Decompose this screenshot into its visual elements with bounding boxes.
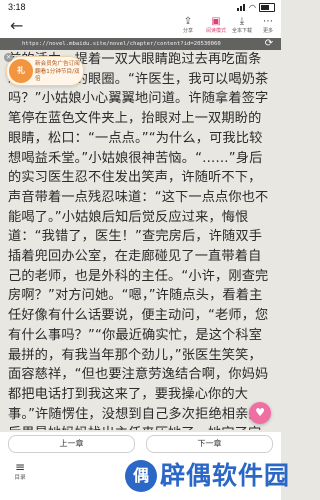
share-label: 分享 (182, 28, 193, 34)
share-icon: ⇪ (183, 16, 193, 27)
status-bar: 3:18 ◠ (0, 0, 281, 14)
more-button[interactable]: ⋯ 更多 (255, 16, 281, 35)
battery-icon (259, 3, 275, 12)
top-toolbar: ← ⇪ 分享 ▣ 阅读模式 ⤓ 全本下载 ⋯ 更多 (0, 14, 281, 39)
gift-icon: 礼 (9, 59, 33, 83)
close-icon[interactable]: × (4, 53, 13, 62)
download-button[interactable]: ⤓ 全本下载 (229, 16, 255, 35)
reader-content[interactable]: 前的活力，提着一双大眼睛跑过去再吃面条冲淡出乌黑的眼圈。“许医生，我可以喝奶茶吗… (8, 50, 274, 430)
bottom-bar: ≡ 目录 偶 辟偶软件园 (0, 454, 289, 500)
reading-mode-label: 阅读模式 (205, 28, 226, 34)
download-icon: ⤓ (239, 16, 245, 27)
status-time: 3:18 (8, 2, 26, 12)
refresh-icon[interactable]: ⟳ (263, 38, 275, 50)
wifi-icon: ◠ (249, 2, 256, 12)
more-label: 更多 (262, 28, 273, 34)
watermark-text: 辟偶软件园 (160, 461, 291, 490)
more-icon: ⋯ (263, 16, 273, 27)
signal-icon (237, 4, 246, 11)
watermark-logo: 偶 (125, 460, 157, 492)
chapter-navigation: 上一章 下一章 (0, 432, 281, 454)
url-bar[interactable]: https://novel.mbaidu.site/novel/chapter/… (0, 38, 281, 50)
coupon-popup[interactable]: × 礼 新会员免广告订阅 翻看1分钟节目/双倍 (4, 53, 84, 86)
catalog-button[interactable]: ≡ 目录 (8, 460, 32, 482)
next-chapter-button[interactable]: 下一章 (146, 435, 273, 453)
catalog-label: 目录 (14, 475, 26, 481)
image-icon: ▣ (211, 16, 221, 27)
coupon-text: 新会员免广告订阅 翻看1分钟节目/双倍 (35, 61, 80, 82)
catalog-icon: ≡ (14, 460, 26, 474)
prev-chapter-button[interactable]: 上一章 (8, 435, 135, 453)
reading-mode-button[interactable]: ▣ 阅读模式 (203, 16, 229, 35)
download-label: 全本下载 (231, 28, 252, 34)
customer-service-icon[interactable]: ♥ (249, 402, 271, 424)
share-button[interactable]: ⇪ 分享 (175, 16, 201, 35)
chapter-text: 前的活力，提着一双大眼睛跑过去再吃面条冲淡出乌黑的眼圈。“许医生，我可以喝奶茶吗… (8, 52, 269, 430)
back-icon[interactable]: ← (10, 16, 23, 35)
status-icons: ◠ (237, 3, 275, 12)
